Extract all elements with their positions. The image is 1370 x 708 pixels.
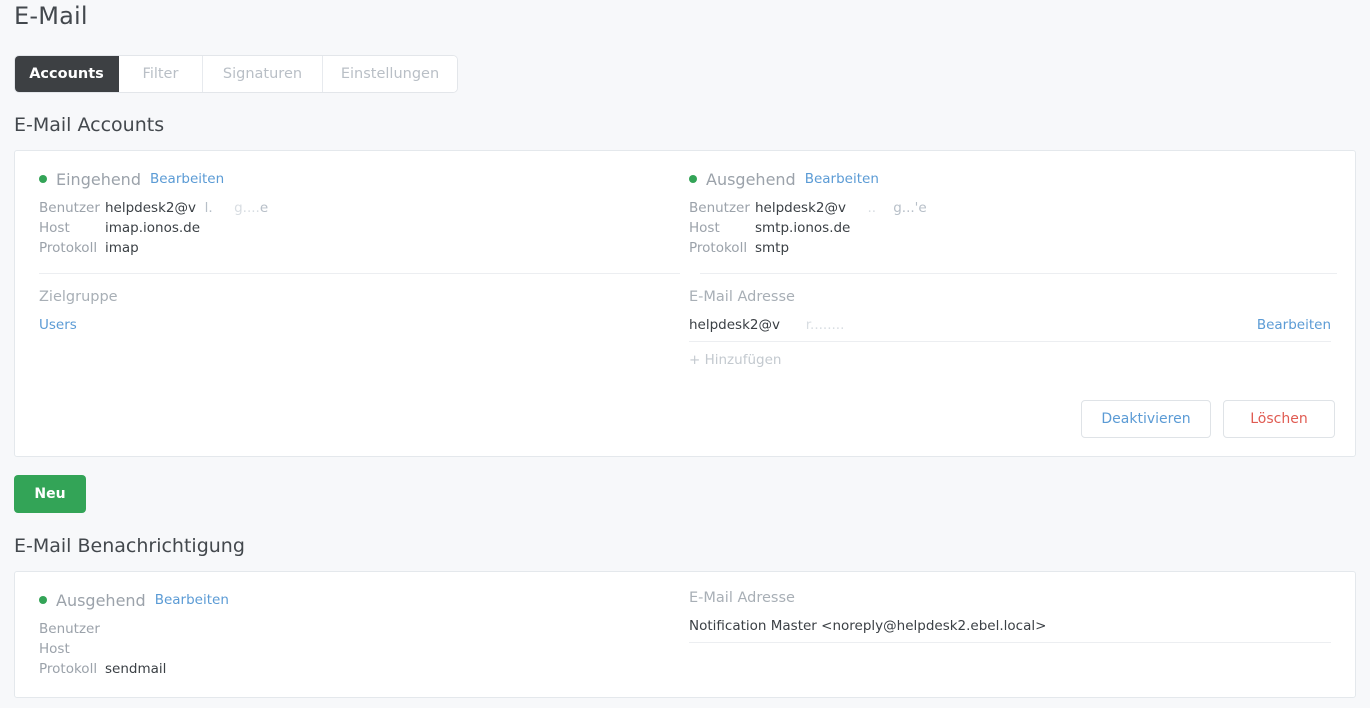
incoming-server-name: Eingehend — [56, 169, 141, 189]
accounts-section-heading: E-Mail Accounts — [14, 114, 165, 136]
outgoing-server-name: Ausgehend — [706, 169, 796, 189]
field-key-host: Host — [39, 641, 70, 657]
email-address-value: helpdesk2@v​ r........ — [689, 317, 844, 333]
field-key-benutzer: Benutzer — [39, 200, 100, 216]
email-account-card: Eingehend Bearbeiten Benutzer helpdesk2@… — [14, 150, 1356, 457]
status-dot-icon — [39, 596, 47, 604]
incoming-server-header: Eingehend Bearbeiten — [39, 169, 661, 189]
edit-incoming-link[interactable]: Bearbeiten — [150, 171, 224, 187]
field-row-benutzer: Benutzer helpdesk2@v​ l. g....e — [39, 198, 661, 218]
divider-right — [700, 273, 1337, 274]
field-key-benutzer: Benutzer — [39, 621, 100, 637]
outgoing-server-block: Ausgehend Bearbeiten Benutzer helpdesk2@… — [685, 151, 1355, 258]
email-notification-card: Ausgehend Bearbeiten Benutzer Host Proto… — [14, 571, 1356, 698]
field-value-protokoll: imap — [105, 240, 139, 256]
field-key-protokoll: Protokoll — [689, 240, 748, 256]
field-value-protokoll: sendmail — [105, 661, 167, 677]
value-redacted-a: ​ l. — [196, 200, 213, 216]
field-row-host: Host smtp.ionos.de — [689, 218, 1331, 238]
value-visible-part: helpdesk2@v — [755, 200, 846, 216]
field-row-protokoll: Protokoll imap — [39, 238, 661, 258]
value-redacted-a: ​ .. — [846, 200, 877, 216]
tab-filter[interactable]: Filter — [119, 56, 203, 92]
target-group-block: Zielgruppe Users — [15, 289, 685, 368]
target-group-value-link[interactable]: Users — [39, 317, 661, 333]
notification-row: Ausgehend Bearbeiten Benutzer Host Proto… — [15, 572, 1355, 679]
notification-server-name: Ausgehend — [56, 590, 146, 610]
tab-signaturen[interactable]: Signaturen — [203, 56, 323, 92]
email-settings-page: E-Mail Accounts Filter Signaturen Einste… — [0, 0, 1370, 708]
field-value-host: smtp.ionos.de — [755, 220, 851, 236]
notification-email-value: Notification Master <noreply@helpdesk2.e… — [689, 618, 1331, 643]
value-redacted-tail: 'e — [914, 200, 927, 216]
field-value-protokoll: smtp — [755, 240, 790, 256]
notification-email-label: E-Mail Adresse — [689, 590, 795, 606]
notification-server-block: Ausgehend Bearbeiten Benutzer Host Proto… — [15, 572, 685, 679]
status-dot-icon — [39, 175, 47, 183]
notification-section-heading: E-Mail Benachrichtigung — [14, 535, 245, 557]
edit-outgoing-link[interactable]: Bearbeiten — [805, 171, 879, 187]
target-group-label: Zielgruppe — [39, 289, 118, 305]
card-divider-row — [15, 273, 1355, 274]
email-address-row: helpdesk2@v​ r........ Bearbeiten — [689, 317, 1331, 342]
notification-server-fields: Benutzer Host Protokoll sendmail — [39, 619, 661, 679]
account-details-row: Zielgruppe Users E-Mail Adresse helpdesk… — [15, 289, 1355, 368]
value-redacted-tail: e — [259, 200, 269, 216]
field-key-host: Host — [39, 220, 70, 236]
field-key-host: Host — [689, 220, 720, 236]
field-value-benutzer: helpdesk2@v​ l. g....e — [105, 198, 268, 218]
email-address-block: E-Mail Adresse helpdesk2@v​ r........ Be… — [685, 289, 1355, 368]
value-redacted-b: g... — [876, 200, 915, 216]
field-row-host: Host — [39, 639, 661, 659]
deactivate-button[interactable]: Deaktivieren — [1081, 400, 1211, 438]
account-servers-row: Eingehend Bearbeiten Benutzer helpdesk2@… — [15, 151, 1355, 258]
value-redacted-b: ... — [831, 317, 845, 333]
field-row-protokoll: Protokoll sendmail — [39, 659, 661, 679]
field-row-host: Host imap.ionos.de — [39, 218, 661, 238]
value-redacted-a: ​ r..... — [780, 317, 832, 333]
value-visible-part: helpdesk2@v — [105, 200, 196, 216]
field-key-protokoll: Protokoll — [39, 240, 98, 256]
field-value-benutzer: helpdesk2@v​ .. g...'e — [755, 198, 927, 218]
field-key-benutzer: Benutzer — [689, 200, 750, 216]
tab-bar: Accounts Filter Signaturen Einstellungen — [14, 55, 458, 93]
field-key-protokoll: Protokoll — [39, 661, 98, 677]
tab-einstellungen[interactable]: Einstellungen — [323, 56, 457, 92]
incoming-server-fields: Benutzer helpdesk2@v​ l. g....e Host ima… — [39, 198, 661, 258]
outgoing-server-fields: Benutzer helpdesk2@v​ .. g...'e Host smt… — [689, 198, 1331, 258]
email-address-label: E-Mail Adresse — [689, 289, 795, 305]
edit-notification-link[interactable]: Bearbeiten — [155, 592, 229, 608]
new-account-button[interactable]: Neu — [14, 475, 86, 513]
divider-left — [39, 273, 680, 274]
page-title: E-Mail — [14, 2, 88, 30]
value-visible-part: helpdesk2@v — [689, 317, 780, 333]
tab-accounts[interactable]: Accounts — [15, 56, 119, 92]
field-row-benutzer: Benutzer helpdesk2@v​ .. g...'e — [689, 198, 1331, 218]
value-redacted-b: g.... — [212, 200, 260, 216]
field-value-host: imap.ionos.de — [105, 220, 201, 236]
account-card-actions: Deaktivieren Löschen — [1081, 400, 1335, 438]
field-row-protokoll: Protokoll smtp — [689, 238, 1331, 258]
status-dot-icon — [689, 175, 697, 183]
edit-email-address-link[interactable]: Bearbeiten — [1257, 317, 1331, 333]
add-email-address-button[interactable]: + Hinzufügen — [689, 352, 1331, 368]
notification-email-block: E-Mail Adresse Notification Master <nore… — [685, 572, 1355, 679]
field-row-benutzer: Benutzer — [39, 619, 661, 639]
notification-server-header: Ausgehend Bearbeiten — [39, 590, 661, 610]
incoming-server-block: Eingehend Bearbeiten Benutzer helpdesk2@… — [15, 151, 685, 258]
outgoing-server-header: Ausgehend Bearbeiten — [689, 169, 1331, 189]
delete-button[interactable]: Löschen — [1223, 400, 1335, 438]
